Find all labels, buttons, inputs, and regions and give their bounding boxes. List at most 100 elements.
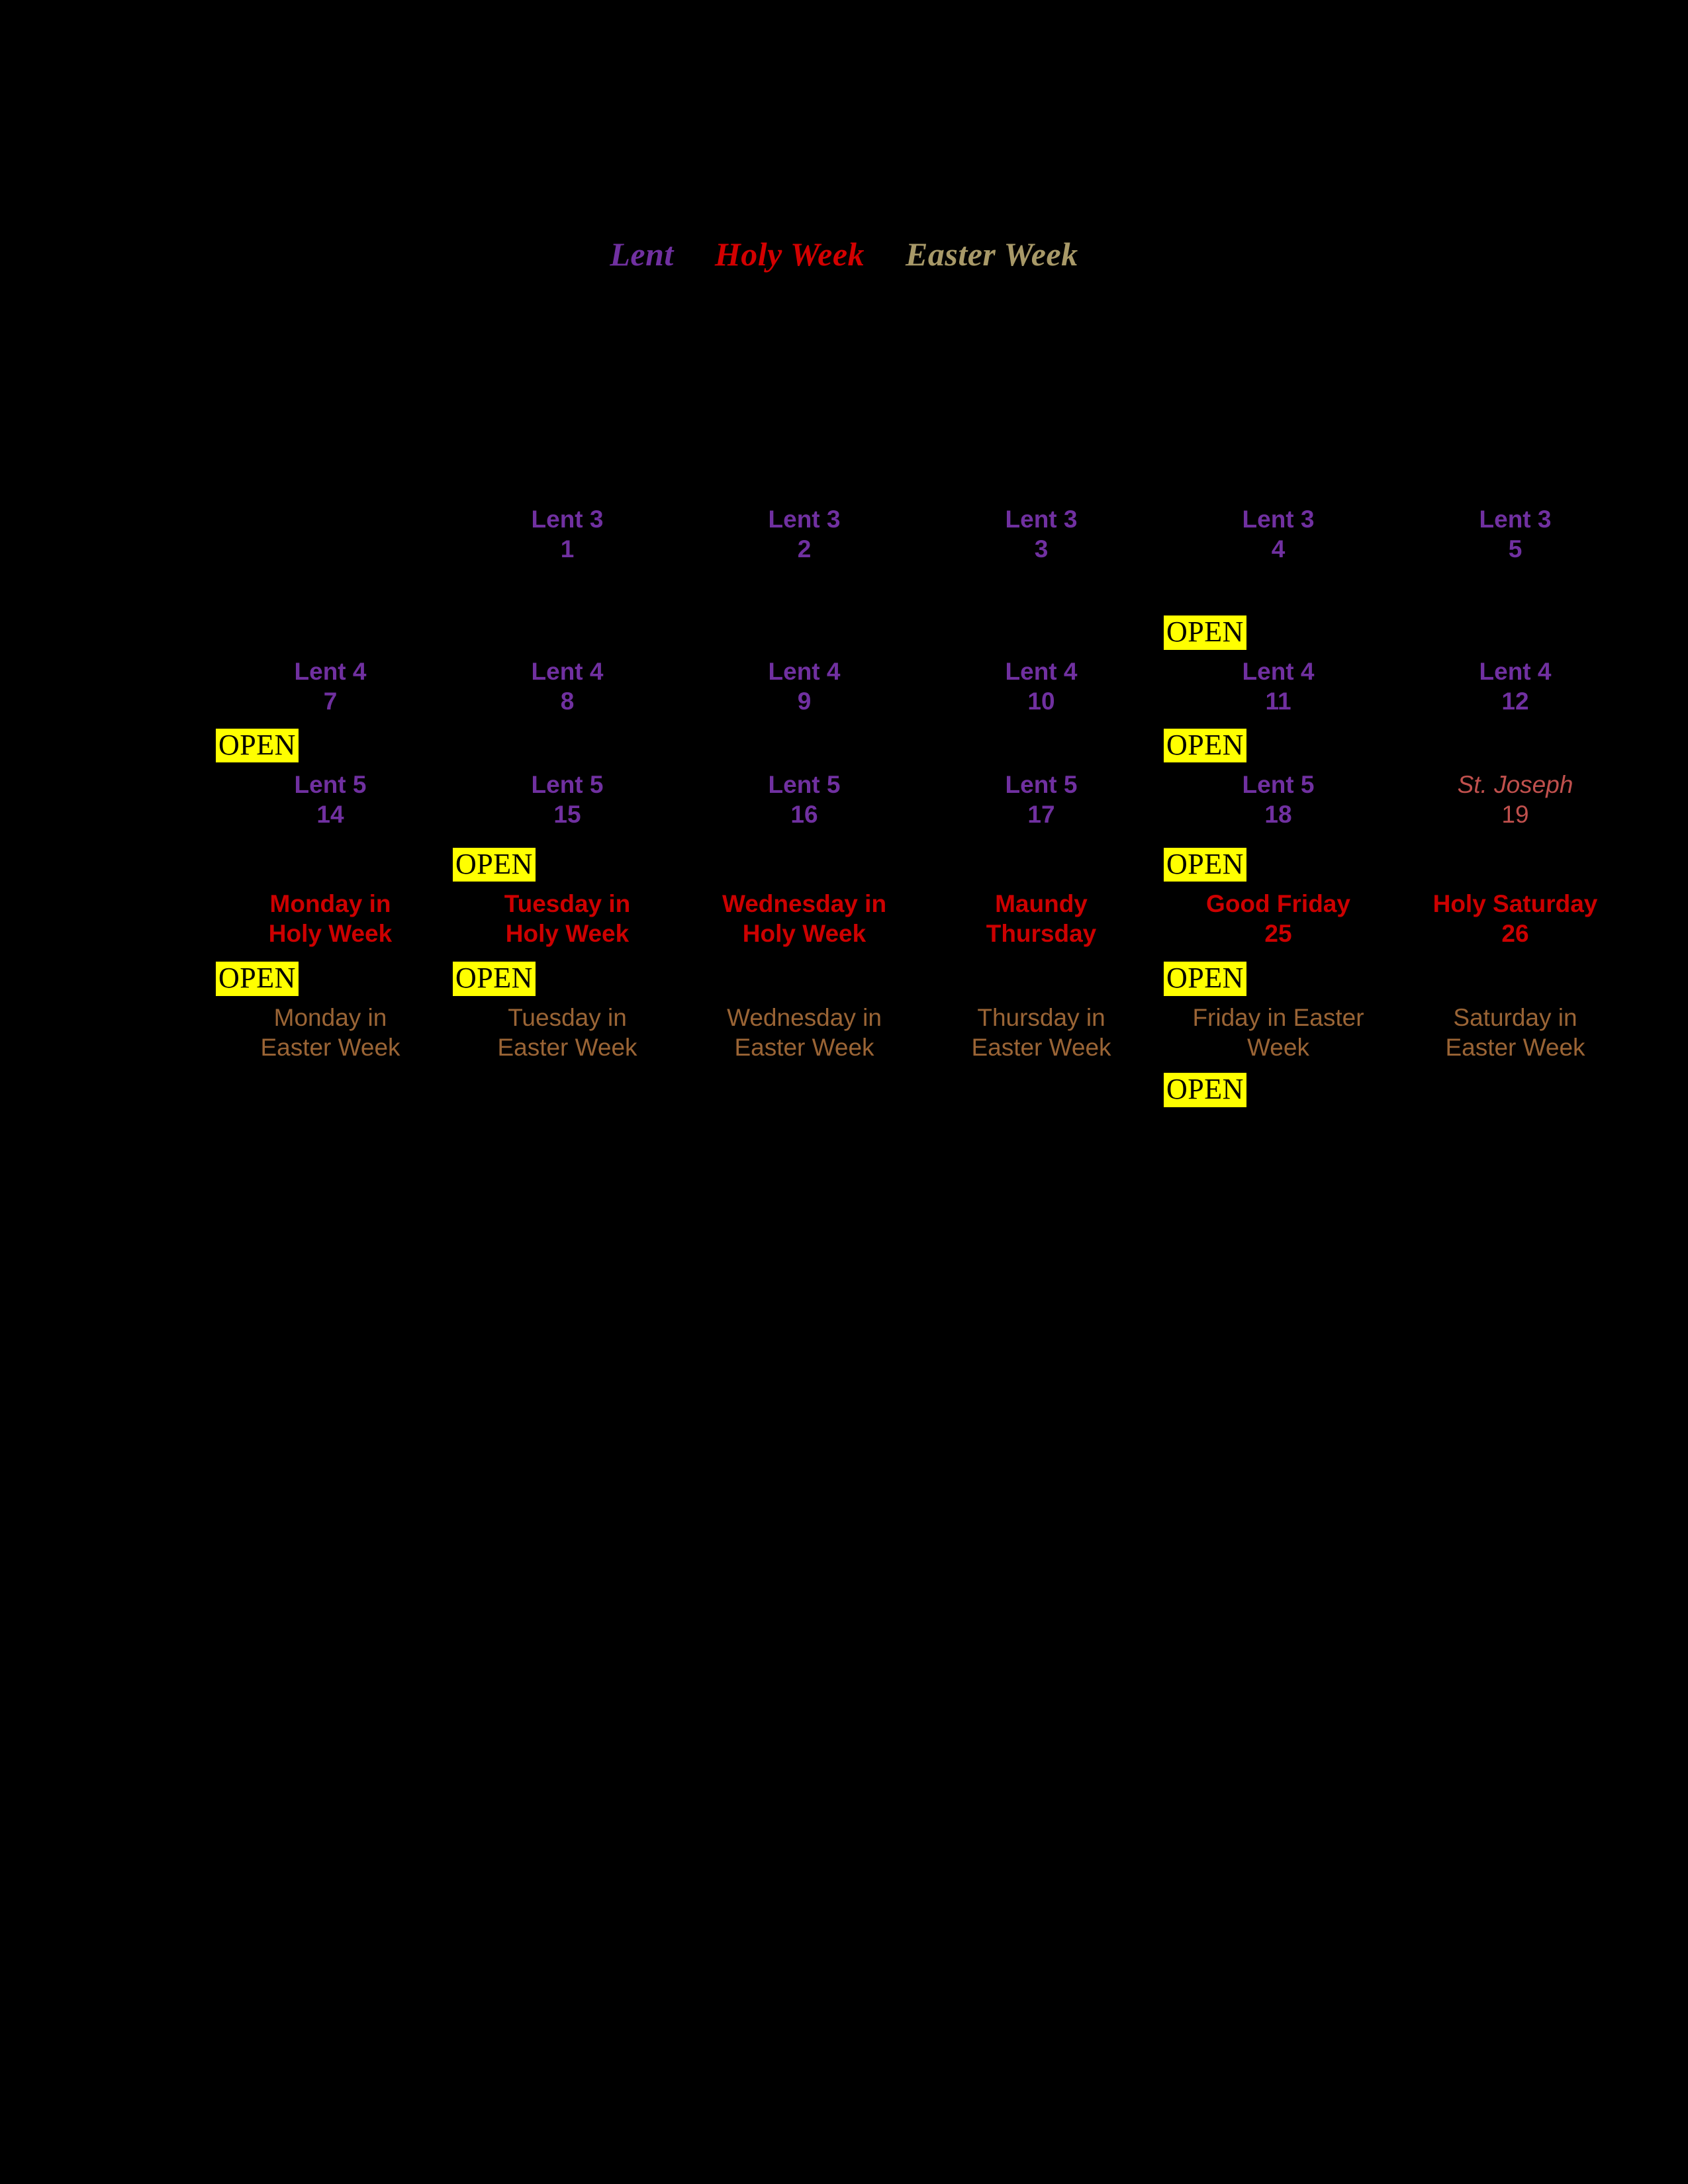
open-badge[interactable]: OPEN (1164, 962, 1246, 996)
calendar-cell-body: Tuesday in Holy Week (453, 889, 682, 948)
calendar-cell[interactable]: OPENWednesday in Holy Week (686, 848, 923, 948)
calendar-cell[interactable]: OPEN (1160, 1073, 1397, 1114)
row-trailing: OPENOPENOPENOPENOPENOPEN (212, 1073, 1634, 1114)
open-badge-slot: OPEN (1164, 463, 1393, 504)
open-badge[interactable]: OPEN (1164, 728, 1246, 763)
calendar-cell-date: 7 (323, 688, 338, 715)
open-badge-slot: OPEN (1401, 729, 1630, 770)
calendar-cell-body: Saturday in Easter Week (1401, 1003, 1630, 1062)
open-badge-slot: OPEN (1401, 848, 1630, 889)
calendar-cell-title: Lent 5 (1005, 770, 1078, 798)
calendar-cell-body: Lent 35 (1401, 504, 1630, 564)
calendar-cell[interactable]: OPENLent 34 (1160, 463, 1397, 564)
calendar-cell-body: Lent 31 (453, 504, 682, 564)
calendar-cell[interactable]: OPENLent 410 (923, 615, 1160, 716)
open-badge[interactable]: OPEN (453, 847, 536, 882)
calendar-cell[interactable]: OPEN (923, 1073, 1160, 1114)
open-badge-slot: OPEN (927, 962, 1156, 1003)
open-badge-slot: OPEN (690, 962, 919, 1003)
calendar-cell-date: 11 (1265, 688, 1291, 715)
calendar-cell-body: Lent 47 (216, 657, 445, 716)
calendar-cell[interactable]: OPENLent 32 (686, 463, 923, 564)
calendar-cell[interactable]: OPENLent 516 (686, 729, 923, 829)
open-badge[interactable]: OPEN (1164, 1073, 1246, 1107)
calendar-cell[interactable]: OPEN Lent 5 14 (212, 728, 449, 829)
calendar-cell-date: 3 (1034, 535, 1049, 563)
open-badge[interactable]: OPEN (1164, 615, 1246, 650)
calendar-cell-body: Lent 32 (690, 504, 919, 564)
open-badge-slot: OPEN (1164, 847, 1393, 889)
calendar-cell-title: Wednesday in Easter Week (727, 1004, 882, 1062)
calendar-cell-date: 8 (560, 688, 575, 715)
season-legend: Lent Holy Week Easter Week (0, 235, 1688, 273)
calendar-cell[interactable]: OPENSaturday in Easter Week (1397, 962, 1634, 1062)
calendar-cell-title: Lent 3 (768, 506, 841, 533)
calendar-cell[interactable]: OPENMaundy Thursday (923, 848, 1160, 948)
row-lent-3: OPENOPENLent 31OPENLent 32OPENLent 33OPE… (212, 463, 1634, 564)
open-badge[interactable]: OPEN (453, 962, 536, 996)
calendar-cell-title: Lent 5 (768, 770, 841, 798)
calendar-cell[interactable]: OPEN Lent 5 18 (1160, 728, 1397, 829)
calendar-cell[interactable]: OPEN Good Friday 25 (1160, 847, 1397, 948)
calendar-cell[interactable]: OPENLent 412 (1397, 615, 1634, 716)
calendar-cell-title: Lent 4 (1479, 658, 1552, 686)
calendar-cell-body: Maundy Thursday (927, 889, 1156, 948)
calendar-cell[interactable]: OPEN Tuesday in Holy Week (449, 847, 686, 948)
calendar-cell-body: Monday in Holy Week (216, 889, 445, 948)
calendar-cell[interactable]: OPEN Tuesday in Easter Week (449, 962, 686, 1062)
calendar-cell[interactable]: OPENWednesday in Easter Week (686, 962, 923, 1062)
open-badge-slot: OPEN (927, 1073, 1156, 1114)
calendar-cell[interactable]: OPENLent 35 (1397, 463, 1634, 564)
calendar-cell[interactable]: OPEN Lent 4 11 (1160, 615, 1397, 716)
calendar-cell-title: Friday in Easter Week (1192, 1004, 1364, 1062)
calendar-cell-title: Maundy Thursday (986, 889, 1097, 947)
calendar-cell-title: Lent 3 (1242, 506, 1315, 533)
open-badge-slot: OPEN (453, 729, 682, 770)
calendar-cell[interactable]: OPEN (449, 1073, 686, 1114)
calendar-cell[interactable]: OPEN Monday in Easter Week (212, 962, 449, 1062)
open-badge-slot: OPEN (1164, 615, 1393, 657)
calendar-cell[interactable]: OPENSt. Joseph19 (1397, 729, 1634, 829)
open-badge-slot: OPEN (690, 848, 919, 889)
calendar-cell-body: Friday in Easter Week (1164, 1003, 1393, 1062)
calendar-cell-title: Good Friday (1206, 889, 1350, 917)
calendar-cell-body: Wednesday in Easter Week (690, 1003, 919, 1062)
calendar-cell-title: Lent 3 (1479, 506, 1552, 533)
calendar-cell-date: 19 (1501, 800, 1529, 828)
calendar-cell-body: Lent 48 (453, 657, 682, 716)
calendar-cell[interactable]: OPENLent 515 (449, 729, 686, 829)
calendar-cell[interactable]: OPEN (212, 1073, 449, 1114)
open-badge-slot: OPEN (216, 463, 445, 504)
calendar-cell[interactable]: OPEN Friday in Easter Week (1160, 962, 1397, 1062)
calendar-cell-body: Wednesday in Holy Week (690, 889, 919, 948)
calendar-cell[interactable]: OPEN (686, 1073, 923, 1114)
open-badge-slot: OPEN (453, 962, 682, 1003)
calendar-cell-date: 2 (797, 535, 812, 563)
calendar-cell-date: 25 (1264, 919, 1292, 947)
open-badge[interactable]: OPEN (1164, 847, 1246, 882)
open-badge[interactable]: OPEN (216, 962, 299, 996)
calendar-cell[interactable]: OPENMonday in Holy Week (212, 848, 449, 948)
calendar-cell[interactable]: OPENLent 49 (686, 615, 923, 716)
open-badge-slot: OPEN (216, 1073, 445, 1114)
calendar-cell[interactable]: OPENLent 33 (923, 463, 1160, 564)
open-badge-slot: OPEN (1401, 1073, 1630, 1114)
open-badge-slot: OPEN (453, 847, 682, 889)
calendar-cell-body: Good Friday 25 (1164, 889, 1393, 948)
calendar-cell-body: Lent 4 12 (1401, 657, 1630, 716)
calendar-cell[interactable]: OPENLent 48 (449, 615, 686, 716)
calendar-cell-body: Holy Saturday 26 (1401, 889, 1630, 948)
calendar-cell[interactable]: OPENLent 47 (212, 615, 449, 716)
calendar-cell[interactable]: OPENLent 31 (449, 463, 686, 564)
open-badge-slot: OPEN (690, 1073, 919, 1114)
calendar-cell[interactable]: OPENLent 517 (923, 729, 1160, 829)
calendar-cell[interactable]: OPEN (1397, 1073, 1634, 1114)
calendar-cell[interactable]: OPENThursday in Easter Week (923, 962, 1160, 1062)
open-badge-slot: OPEN (216, 615, 445, 657)
row-lent-5: OPENLent 514OPENLent 515OPENLent 516OPEN… (212, 728, 1634, 829)
calendar-cell-title: Lent 5 (531, 770, 604, 798)
open-badge[interactable]: OPEN (216, 728, 299, 763)
calendar-cell[interactable]: OPEN (212, 463, 449, 564)
calendar-cell-title: Lent 3 (1005, 506, 1078, 533)
calendar-cell[interactable]: OPENHoly Saturday26 (1397, 848, 1634, 948)
